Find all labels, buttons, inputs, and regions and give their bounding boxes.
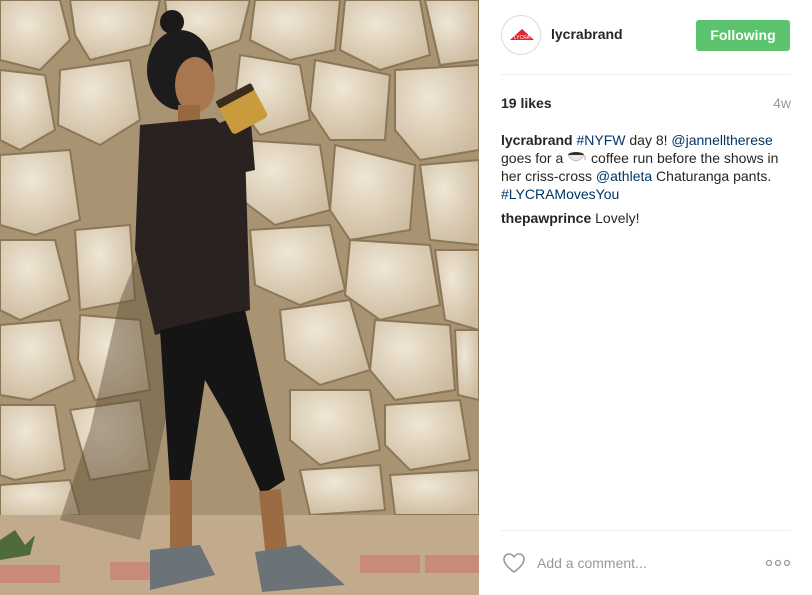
- comment-list: lycrabrand #NYFW day 8! @jannelltherese …: [501, 131, 791, 233]
- caption-text: goes for a: [501, 150, 568, 166]
- following-button[interactable]: Following: [696, 20, 790, 51]
- caption-text: Chaturanga pants.: [652, 168, 772, 184]
- caption-text: day 8!: [625, 132, 672, 148]
- mention-jannelltherese[interactable]: @jannelltherese: [671, 132, 772, 148]
- avatar[interactable]: LYCRA: [501, 15, 541, 55]
- more-options-icon[interactable]: [765, 556, 791, 570]
- caption-author[interactable]: lycrabrand: [501, 132, 573, 148]
- post-photo[interactable]: [0, 0, 479, 595]
- hashtag-nyfw[interactable]: #NYFW: [576, 132, 625, 148]
- coffee-icon: [567, 150, 587, 163]
- likes-row: 19 likes 4w: [501, 95, 791, 113]
- list-item: thepawprince Lovely!: [501, 209, 791, 227]
- comment-bar: [501, 548, 791, 578]
- comment-text: Lovely!: [591, 210, 640, 226]
- add-comment-input[interactable]: [537, 553, 747, 573]
- caption: lycrabrand #NYFW day 8! @jannelltherese …: [501, 131, 791, 203]
- hashtag-lycramovesyou[interactable]: #LYCRAMovesYou: [501, 186, 619, 202]
- likes-count[interactable]: 19 likes: [501, 95, 552, 111]
- post-timestamp[interactable]: 4w: [773, 95, 791, 111]
- header-divider: [501, 74, 791, 75]
- lycra-logo-icon: LYCRA: [510, 29, 534, 41]
- comment-divider: [501, 530, 791, 531]
- post-header: LYCRA lycrabrand Following: [479, 0, 812, 74]
- heart-icon[interactable]: [502, 552, 526, 574]
- post-photo-illustration: [0, 0, 479, 595]
- mention-athleta[interactable]: @athleta: [596, 168, 652, 184]
- post-details-panel: LYCRA lycrabrand Following 19 likes 4w l…: [479, 0, 812, 595]
- avatar-logo-text: LYCRA: [514, 35, 531, 41]
- comment-author[interactable]: thepawprince: [501, 210, 591, 226]
- post-author-username[interactable]: lycrabrand: [551, 26, 623, 42]
